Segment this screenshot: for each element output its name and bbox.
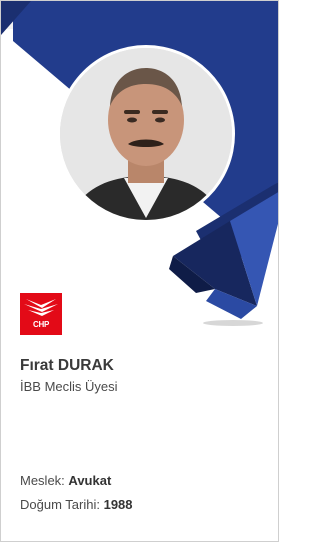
profession-row: Meslek: Avukat <box>20 473 111 488</box>
chp-six-arrows-icon <box>24 299 58 316</box>
birth-date-label: Doğum Tarihi: <box>20 497 100 512</box>
member-title: İBB Meclis Üyesi <box>20 379 118 394</box>
member-name: Fırat DURAK <box>20 357 114 374</box>
profession-value: Avukat <box>68 473 112 488</box>
birth-date-value: 1988 <box>103 497 133 512</box>
profile-photo-frame <box>57 45 235 223</box>
birth-date-row: Doğum Tarihi: 1988 <box>20 497 133 512</box>
profession-label: Meslek: <box>20 473 65 488</box>
member-card[interactable]: CHP Fırat DURAK İBB Meclis Üyesi Meslek:… <box>0 0 279 542</box>
party-logo: CHP <box>20 293 62 335</box>
profile-photo <box>60 48 232 220</box>
party-logo-text: CHP <box>33 320 49 329</box>
